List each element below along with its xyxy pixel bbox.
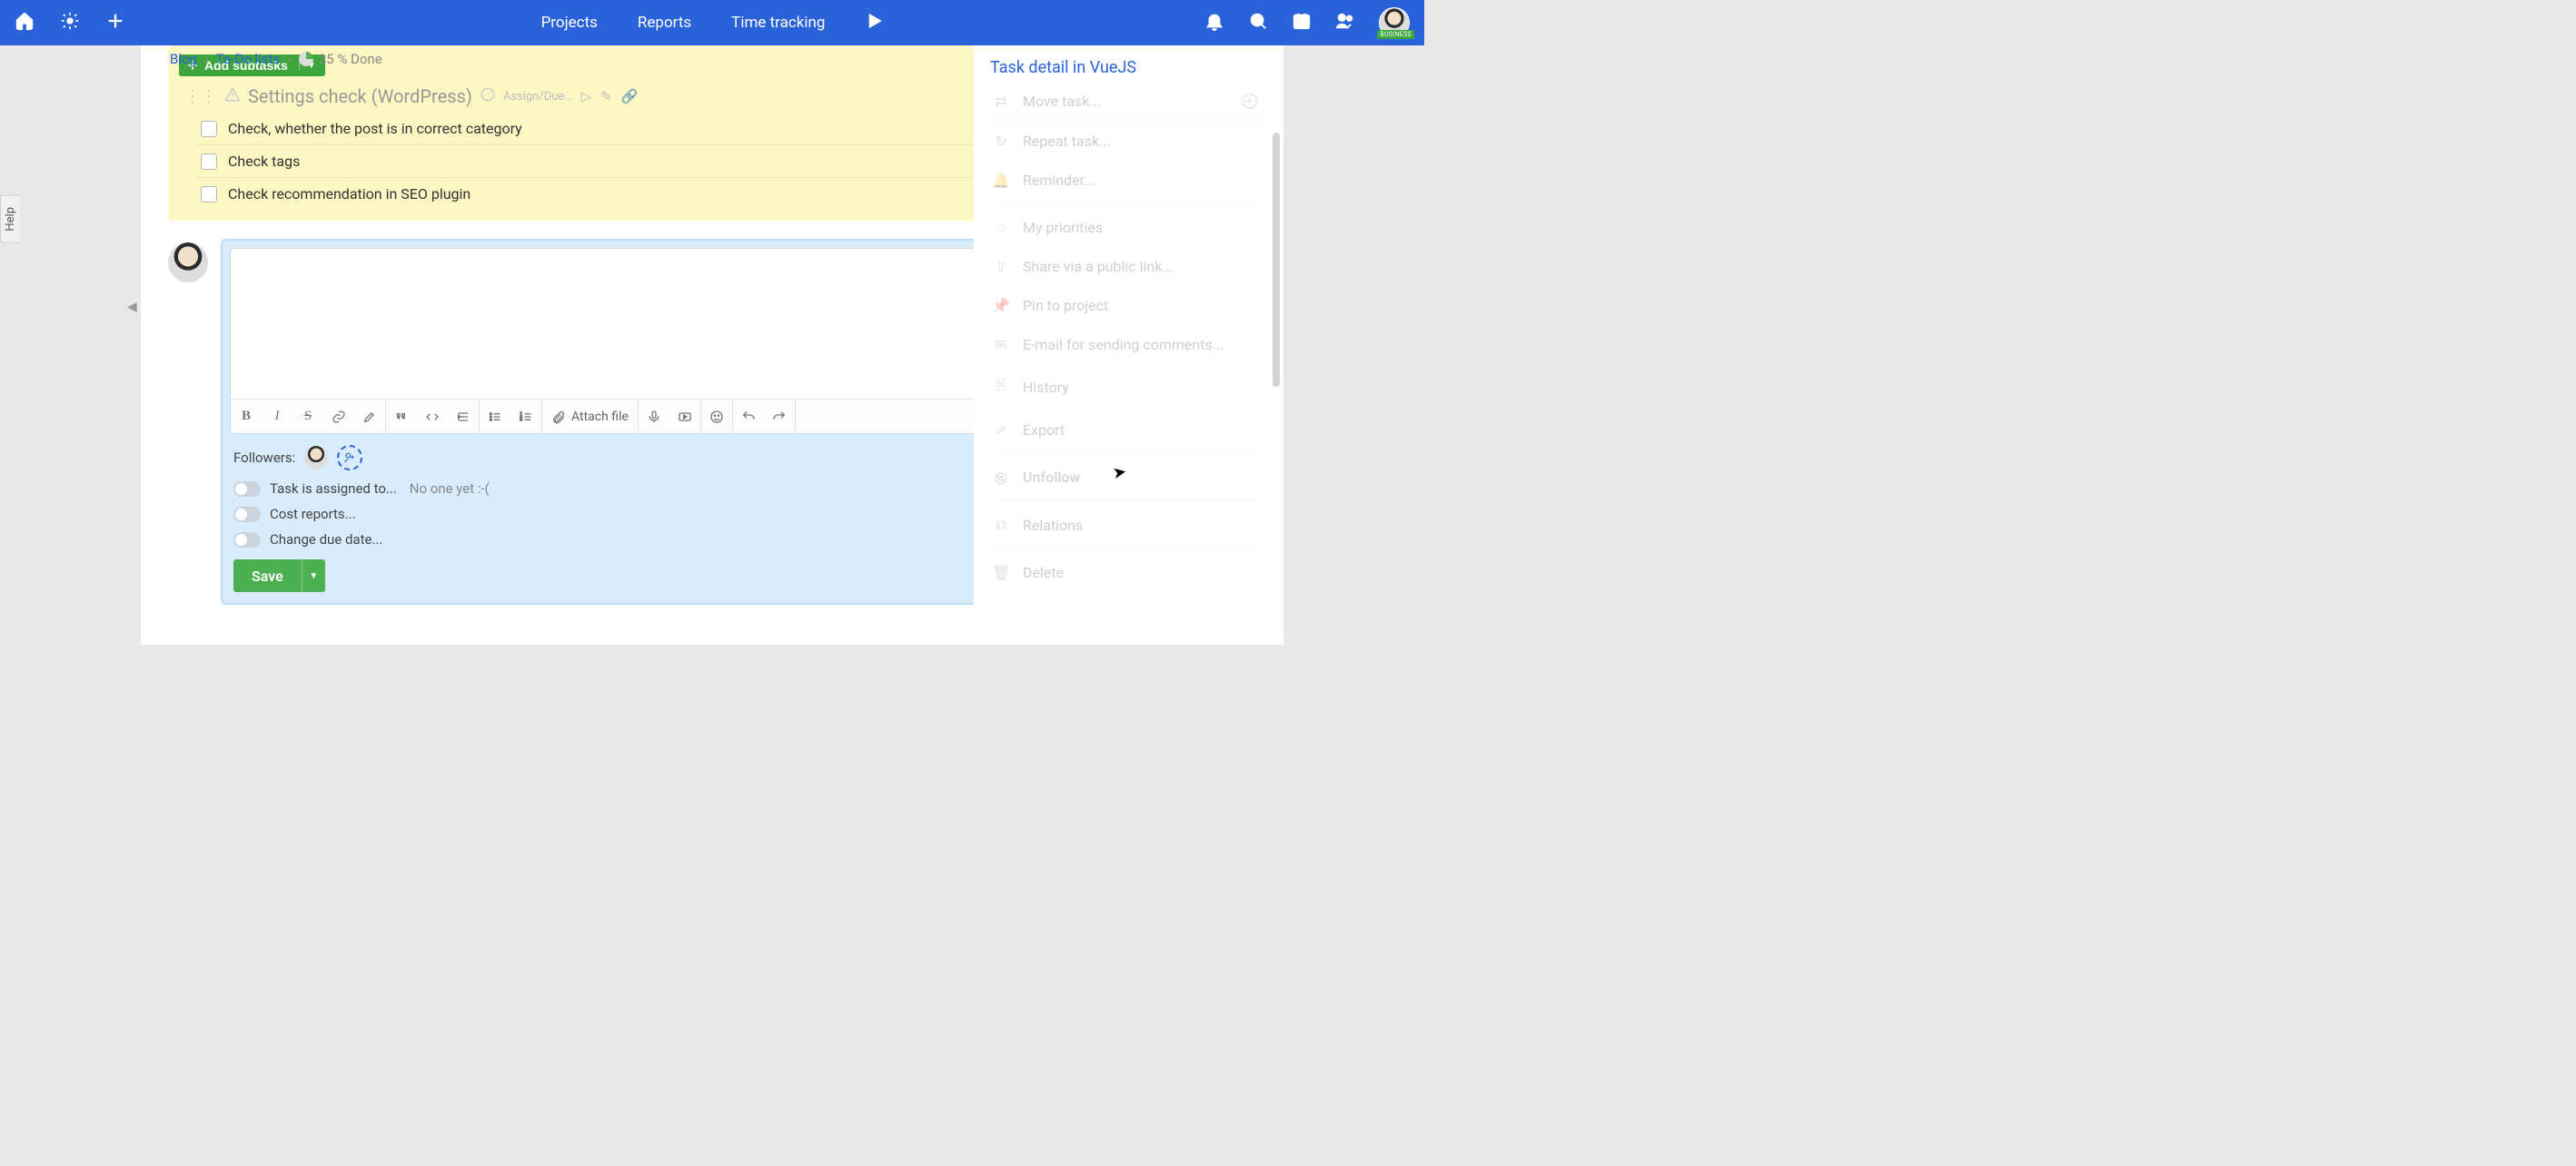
- move-icon: ⇄: [992, 93, 1010, 110]
- attach-file-button[interactable]: Attach file: [542, 410, 638, 424]
- bell-icon[interactable]: [1204, 11, 1224, 35]
- subtask-label: Check recommendation in SEO plugin: [228, 185, 471, 203]
- checkbox[interactable]: [201, 121, 217, 137]
- breadcrumb-list[interactable]: To-Do lists: [216, 51, 281, 67]
- action-reminder[interactable]: 🔔 Reminder...: [983, 161, 1268, 200]
- trash-icon: 🗑: [992, 564, 1010, 581]
- nav-time-tracking[interactable]: Time tracking: [731, 14, 825, 32]
- export-icon: ↗: [992, 421, 1010, 439]
- checkbox[interactable]: [201, 186, 217, 203]
- nav-reports[interactable]: Reports: [638, 14, 691, 32]
- mail-icon: ✉: [992, 336, 1010, 353]
- link-icon[interactable]: 🔗: [621, 88, 639, 104]
- undo-button[interactable]: [733, 410, 764, 424]
- warning-icon: [224, 86, 241, 107]
- action-email[interactable]: ✉ E-mail for sending comments...: [983, 325, 1268, 364]
- progress-circle-icon: [299, 52, 313, 66]
- bullet-list-button[interactable]: [480, 410, 510, 424]
- add-follower-button[interactable]: [337, 445, 362, 470]
- people-icon[interactable]: [1335, 11, 1355, 35]
- pin-icon: 📌: [992, 297, 1010, 314]
- action-relations[interactable]: ⧉ Relations: [983, 505, 1268, 545]
- follower-avatar[interactable]: [304, 446, 328, 469]
- toggle-cost-reports[interactable]: [233, 507, 261, 522]
- highlight-button[interactable]: [354, 410, 385, 424]
- bell-small-icon: 🔔: [992, 172, 1010, 189]
- share-icon: ⇧: [992, 258, 1010, 275]
- italic-button[interactable]: I: [262, 409, 292, 424]
- sidebar-scrollbar[interactable]: [1270, 96, 1283, 637]
- assign-due-label[interactable]: Assign/Due...: [503, 90, 574, 104]
- assigned-label: Task is assigned to...: [270, 480, 397, 497]
- breadcrumb-project[interactable]: Blog: [170, 51, 197, 67]
- assigned-value: No one yet :-(: [410, 480, 490, 497]
- followers-label: Followers:: [233, 450, 295, 466]
- drag-handle-icon[interactable]: ⋮⋮: [184, 87, 217, 106]
- cost-reports-label: Cost reports...: [270, 506, 356, 522]
- calendar-icon[interactable]: [1292, 11, 1312, 35]
- comment-author-avatar: [168, 242, 208, 282]
- relations-icon: ⧉: [992, 516, 1010, 534]
- link-button[interactable]: [323, 410, 354, 424]
- strike-button[interactable]: S: [292, 409, 323, 424]
- star-icon: ☆: [992, 219, 1010, 236]
- bold-button[interactable]: B: [231, 409, 262, 424]
- action-share[interactable]: ⇧ Share via a public link...: [983, 247, 1268, 286]
- action-delete[interactable]: 🗑 Delete: [983, 553, 1268, 592]
- action-export[interactable]: ↗ Export: [983, 410, 1268, 450]
- play-small-icon[interactable]: ▷: [581, 88, 592, 104]
- help-tab[interactable]: Help: [0, 195, 20, 243]
- toggle-assigned[interactable]: [233, 481, 261, 497]
- clock-icon: 🕘: [1241, 93, 1259, 110]
- progress-text: 25 % Done: [319, 51, 382, 67]
- indent-button[interactable]: [448, 410, 479, 424]
- save-button[interactable]: Save ▼: [233, 559, 325, 592]
- collapse-sidebar-icon[interactable]: ◀: [127, 300, 137, 314]
- search-icon[interactable]: [1248, 11, 1268, 35]
- checkbox[interactable]: [201, 153, 217, 170]
- history-icon: 🗎: [992, 375, 1010, 400]
- top-navbar: Projects Reports Time tracking BUSINESS: [0, 0, 1424, 45]
- svg-text:3: 3: [520, 417, 522, 422]
- code-button[interactable]: [417, 410, 448, 424]
- task-detail-title[interactable]: Task detail in VueJS: [974, 45, 1283, 88]
- eye-icon: ◎: [992, 469, 1010, 486]
- video-icon[interactable]: [669, 410, 700, 424]
- toggle-due-date[interactable]: [233, 532, 261, 548]
- action-move-task[interactable]: ⇄ Move task... 🕘: [983, 89, 1268, 122]
- nav-projects[interactable]: Projects: [541, 14, 598, 32]
- user-avatar[interactable]: BUSINESS: [1379, 7, 1410, 38]
- action-pin[interactable]: 📌 Pin to project: [983, 286, 1268, 325]
- plan-badge: BUSINESS: [1377, 30, 1414, 39]
- plus-icon[interactable]: [105, 11, 125, 35]
- quote-button[interactable]: [386, 410, 417, 424]
- edit-icon[interactable]: ✎: [600, 88, 612, 104]
- subtask-label: Check tags: [228, 153, 300, 170]
- redo-button[interactable]: [764, 410, 795, 424]
- save-dropdown-icon[interactable]: ▼: [302, 559, 325, 592]
- subtask-label: Check, whether the post is in correct ca…: [228, 120, 522, 137]
- play-icon[interactable]: [865, 12, 883, 35]
- task-actions-pane: Task detail in VueJS ⇄ Move task... 🕘 ↻ …: [974, 45, 1283, 645]
- action-repeat[interactable]: ↻ Repeat task...: [983, 122, 1268, 161]
- number-list-button[interactable]: 123: [510, 410, 541, 424]
- emoji-icon[interactable]: [701, 410, 732, 424]
- due-date-label: Change due date...: [270, 531, 382, 548]
- mic-icon[interactable]: [639, 410, 669, 424]
- gear-icon[interactable]: [60, 11, 80, 35]
- home-icon[interactable]: [15, 11, 35, 35]
- repeat-icon: ↻: [992, 133, 1010, 150]
- parent-task-title[interactable]: Settings check (WordPress): [248, 85, 472, 107]
- action-priorities[interactable]: ☆ My priorities: [983, 208, 1268, 247]
- breadcrumb: Blog › To-Do lists › 25 % Done: [161, 44, 391, 67]
- assignee-circle-icon[interactable]: [480, 86, 496, 107]
- action-history[interactable]: 🗎 History: [983, 364, 1268, 410]
